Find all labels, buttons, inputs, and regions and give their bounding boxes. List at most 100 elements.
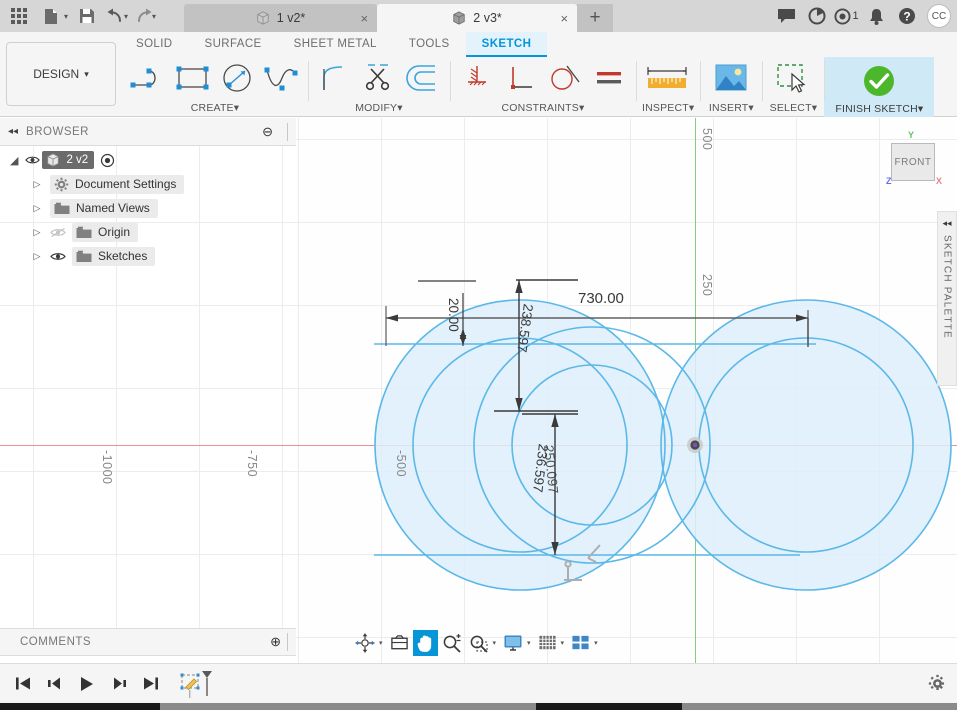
named-views-chip[interactable]: Named Views <box>50 199 158 218</box>
browser-collapse-icon[interactable]: ◂◂ <box>8 126 18 137</box>
browser-item-sketches[interactable]: ▷ Sketches <box>0 244 296 268</box>
circle-tool-icon[interactable] <box>216 58 258 98</box>
browser-resize-grip[interactable] <box>287 123 288 141</box>
comments-icon[interactable] <box>773 3 800 30</box>
save-icon[interactable] <box>72 1 102 31</box>
zoom-window-caret-icon[interactable]: ▾ <box>493 639 500 647</box>
spline-tool-icon[interactable] <box>260 58 302 98</box>
tab-surface[interactable]: SURFACE <box>189 32 278 57</box>
tab-tools[interactable]: TOOLS <box>393 32 466 57</box>
insert-image-icon[interactable] <box>706 58 756 98</box>
undo-icon[interactable] <box>104 1 126 31</box>
sketch-palette-tab[interactable]: ◂◂ SKETCH PALETTE <box>937 211 957 386</box>
group-inspect-label[interactable]: INSPECT▾ <box>642 101 694 117</box>
expand-arrow-icon[interactable]: ▷ <box>30 203 44 214</box>
sketch-canvas[interactable]: 730.00 20.00 238.597 236.597 250.097 500… <box>296 118 957 663</box>
sketch-palette-collapse-icon[interactable]: ◂◂ <box>942 218 951 229</box>
fix-constraint-icon[interactable] <box>456 58 498 98</box>
browser-options-icon[interactable]: ⊖ <box>262 124 273 140</box>
origin-visibility-eye-off-icon[interactable] <box>50 227 66 238</box>
group-select-label[interactable]: SELECT▾ <box>768 101 818 117</box>
sketches-chip[interactable]: Sketches <box>72 247 155 266</box>
dimension-label-20[interactable]: 20.00 <box>446 298 461 332</box>
document-tab-2-close-icon[interactable]: × <box>560 11 568 26</box>
group-create-label[interactable]: CREATE▾ <box>128 101 302 117</box>
document-tab-2[interactable]: 2 v3* × <box>377 4 577 32</box>
trim-tool-icon[interactable] <box>358 58 400 98</box>
pan-hand-icon[interactable] <box>413 630 438 656</box>
equal-constraint-icon[interactable] <box>588 58 630 98</box>
tab-sketch[interactable]: SKETCH <box>466 32 548 57</box>
expand-arrow-icon[interactable]: ▷ <box>30 227 44 238</box>
browser-root-item[interactable]: 2 v2 <box>42 151 94 169</box>
timeline-step-back-button[interactable] <box>42 671 68 697</box>
app-grid-icon[interactable] <box>4 1 34 31</box>
grid-snaps-caret-icon[interactable]: ▾ <box>561 639 568 647</box>
comments-resize-grip[interactable] <box>287 633 288 651</box>
tab-solid[interactable]: SOLID <box>120 32 189 57</box>
fillet-tool-icon[interactable] <box>314 58 356 98</box>
sketch-feature-node[interactable] <box>180 669 214 699</box>
notifications-bell-icon[interactable] <box>863 3 890 30</box>
tab-sheet-metal[interactable]: SHEET METAL <box>278 32 393 57</box>
line-tool-icon[interactable] <box>128 58 170 98</box>
measure-tool-icon[interactable] <box>642 58 692 98</box>
zoom-icon[interactable] <box>439 630 465 656</box>
document-settings-chip[interactable]: Document Settings <box>50 175 184 194</box>
document-tab-1-close-icon[interactable]: × <box>360 11 368 26</box>
view-cube[interactable]: FRONT Y X Z <box>891 143 937 183</box>
new-file-icon[interactable] <box>36 1 66 31</box>
perpendicular-constraint-icon[interactable] <box>500 58 542 98</box>
viewports-caret-icon[interactable]: ▾ <box>594 639 601 647</box>
dimension-annotations[interactable] <box>296 118 957 663</box>
browser-item-named-views[interactable]: ▷ Named Views <box>0 196 296 220</box>
display-settings-icon[interactable] <box>500 630 526 656</box>
offset-tool-icon[interactable] <box>402 58 444 98</box>
tangent-constraint-icon[interactable] <box>544 58 586 98</box>
workspace-switcher-button[interactable]: DESIGN ▾ <box>6 42 116 106</box>
browser-item-document-settings[interactable]: ▷ Document Settings <box>0 172 296 196</box>
timeline-step-forward-button[interactable] <box>106 671 132 697</box>
group-constraints-label[interactable]: CONSTRAINTS▾ <box>456 101 630 117</box>
expand-arrow-icon[interactable]: ▷ <box>30 179 44 190</box>
browser-item-origin[interactable]: ▷ Origin <box>0 220 296 244</box>
finish-sketch-button[interactable]: FINISH SKETCH▾ <box>824 57 934 117</box>
timeline-settings-icon[interactable] <box>928 674 947 693</box>
job-status-icon[interactable]: 1 <box>833 3 860 30</box>
expand-arrow-icon[interactable]: ▷ <box>30 251 44 262</box>
look-at-icon[interactable] <box>387 630 412 656</box>
redo-caret-icon[interactable]: ▾ <box>152 12 156 21</box>
root-activate-radio-icon[interactable] <box>100 153 115 168</box>
browser-root-row[interactable]: ◢ 2 v2 <box>0 148 296 172</box>
folder-icon <box>76 226 92 239</box>
timeline-go-to-start-button[interactable] <box>10 671 36 697</box>
timeline-play-button[interactable] <box>74 671 100 697</box>
root-visibility-eye-icon[interactable] <box>24 155 40 165</box>
zoom-window-icon[interactable] <box>466 630 492 656</box>
activity-icon[interactable] <box>803 3 830 30</box>
timeline-go-to-end-button[interactable] <box>138 671 164 697</box>
orbit-icon[interactable] <box>352 630 378 656</box>
display-settings-caret-icon[interactable]: ▾ <box>527 639 534 647</box>
rectangle-tool-icon[interactable] <box>172 58 214 98</box>
new-file-caret-icon[interactable]: ▾ <box>64 12 68 21</box>
sketches-visibility-eye-icon[interactable] <box>50 251 66 262</box>
help-icon[interactable]: ? <box>893 3 920 30</box>
comments-add-icon[interactable]: ⊕ <box>270 634 281 650</box>
group-modify-label[interactable]: MODIFY▾ <box>314 101 444 117</box>
select-tool-icon[interactable] <box>768 58 818 98</box>
redo-icon[interactable] <box>132 1 154 31</box>
grid-snaps-icon[interactable] <box>535 630 560 656</box>
dimension-label-730[interactable]: 730.00 <box>578 290 624 307</box>
new-tab-button[interactable]: + <box>577 4 613 32</box>
orbit-caret-icon[interactable]: ▾ <box>379 639 386 647</box>
undo-caret-icon[interactable]: ▾ <box>124 12 128 21</box>
browser-title: BROWSER <box>26 126 89 138</box>
document-tab-1[interactable]: 1 v2* × <box>184 4 377 32</box>
group-insert-label[interactable]: INSERT▾ <box>706 101 756 117</box>
root-expand-icon[interactable]: ◢ <box>10 154 18 167</box>
avatar[interactable]: CC <box>927 4 951 28</box>
origin-chip[interactable]: Origin <box>72 223 138 242</box>
view-cube-front-face[interactable]: FRONT <box>891 143 935 181</box>
viewports-icon[interactable] <box>568 630 593 656</box>
